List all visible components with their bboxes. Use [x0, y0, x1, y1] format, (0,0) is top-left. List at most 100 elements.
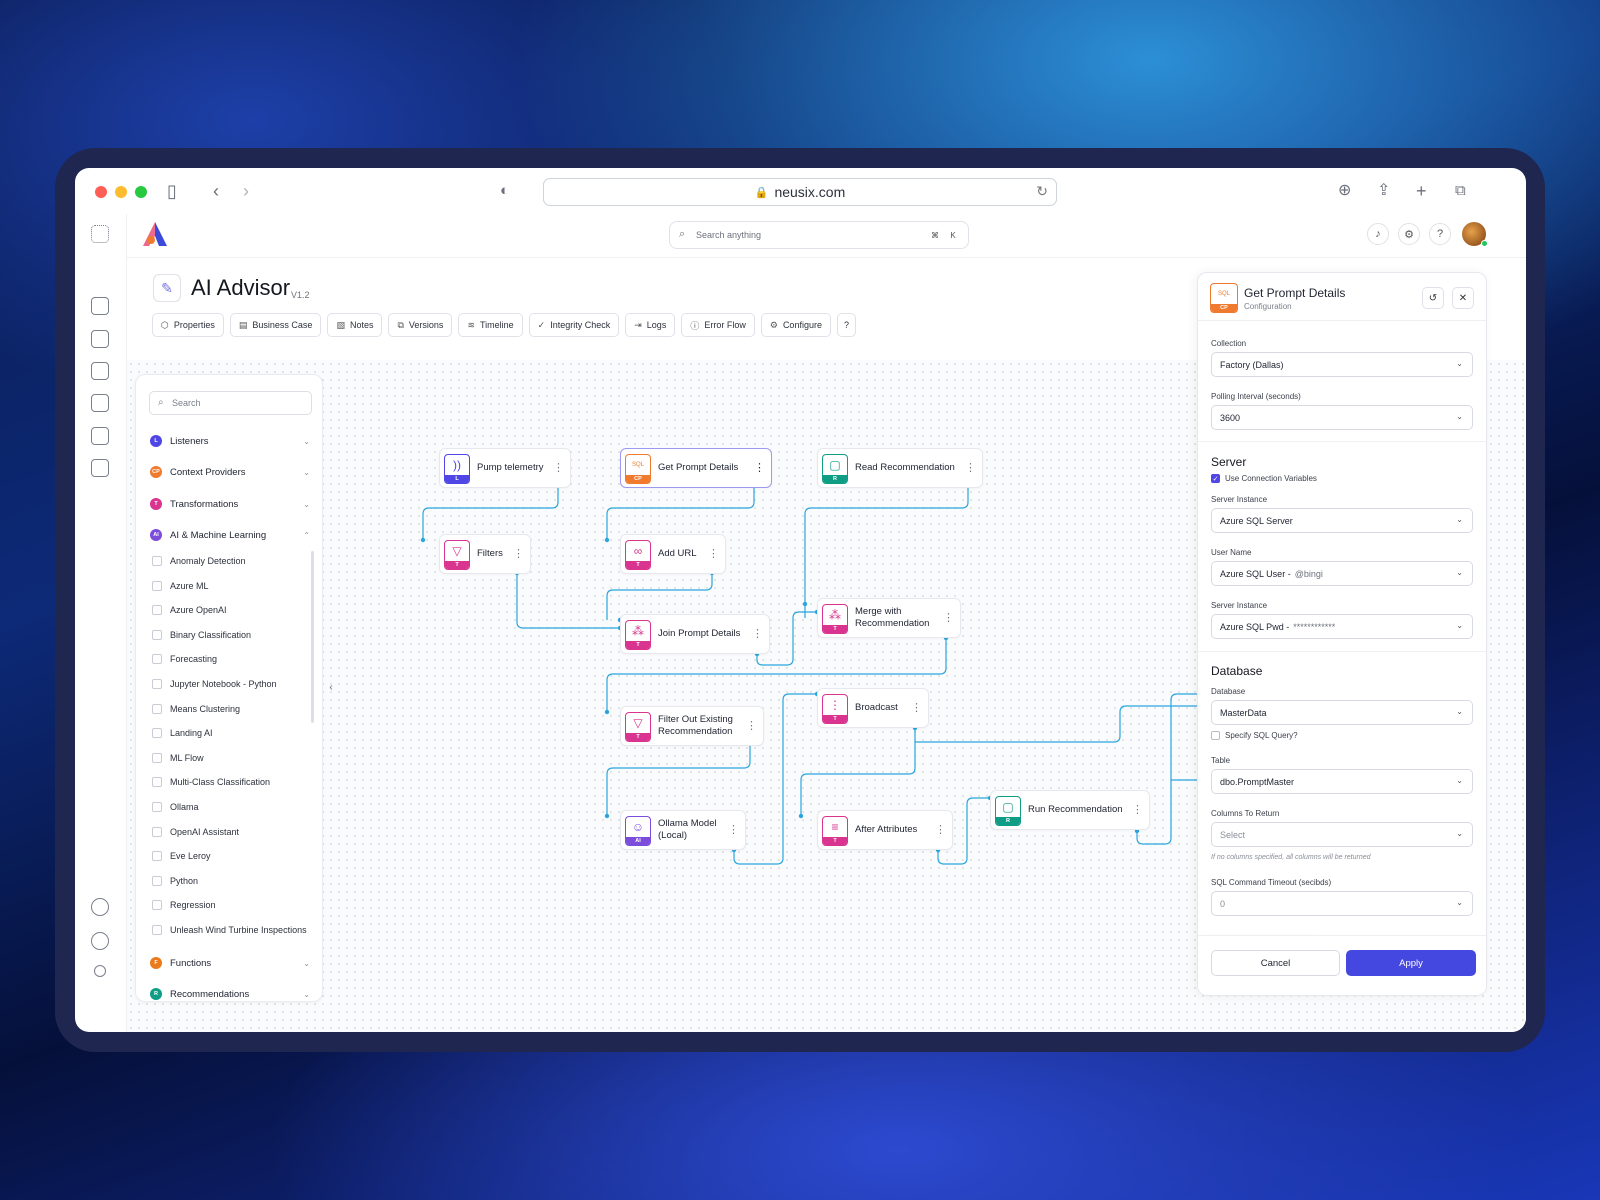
kebab-menu-icon[interactable]: ⋮ [513, 547, 524, 561]
category-label: Context Providers [170, 466, 246, 478]
database-select[interactable]: MasterData ⌄ [1211, 700, 1473, 725]
server-instance-select[interactable]: Azure SQL Server ⌄ [1211, 508, 1473, 533]
palette-item[interactable]: Jupyter Notebook - Python [152, 677, 277, 691]
checkbox-unchecked[interactable] [152, 900, 162, 911]
checkbox-unchecked[interactable] [152, 556, 162, 566]
palette-item[interactable]: Azure OpenAI [152, 603, 227, 617]
palette-item-label: Ollama [170, 802, 199, 812]
cancel-button[interactable]: Cancel [1211, 950, 1340, 976]
node-join-prompt-details[interactable]: ⁂ T Join Prompt Details ⋮ [620, 614, 770, 654]
node-label: Read Recommendation [855, 462, 955, 473]
palette-item[interactable]: Landing AI [152, 726, 213, 740]
category-badge: T [150, 498, 162, 510]
palette-item-label: Eve Leroy [170, 851, 211, 862]
timeout-select[interactable]: 0 ⌄ [1211, 891, 1473, 916]
kebab-menu-icon[interactable]: ⋮ [943, 611, 954, 625]
category-context-providers[interactable]: CP Context Providers ⌄ [150, 463, 310, 481]
checkbox-unchecked[interactable] [152, 728, 162, 739]
username-select[interactable]: Azure SQL User - @bingi ⌄ [1211, 561, 1473, 586]
category-ai-machine-learning[interactable]: AI AI & Machine Learning ⌃ [150, 526, 310, 544]
checkbox-unchecked[interactable] [152, 629, 162, 640]
collection-select[interactable]: Factory (Dallas) ⌄ [1211, 352, 1473, 377]
palette-item[interactable]: Ollama [152, 800, 199, 814]
palette-item[interactable]: Unleash Wind Turbine Inspections [152, 923, 307, 937]
polling-interval-select[interactable]: 3600 ⌄ [1211, 405, 1473, 430]
checkbox-unchecked[interactable] [152, 875, 162, 886]
palette-item[interactable]: Regression [152, 898, 216, 912]
collapse-palette-button[interactable]: ‹ [324, 667, 338, 707]
category-recommendations[interactable]: R Recommendations ⌄ [150, 985, 310, 1001]
category-functions[interactable]: F Functions ⌄ [150, 954, 310, 972]
polling-label: Polling Interval (seconds) [1211, 392, 1301, 401]
palette-item[interactable]: Binary Classification [152, 628, 251, 642]
node-after-attributes[interactable]: ≡ T After Attributes ⋮ [817, 810, 953, 850]
checkbox-unchecked[interactable] [152, 605, 162, 616]
checkbox-unchecked[interactable] [152, 925, 162, 935]
palette-item-label: Azure ML [170, 580, 209, 591]
kebab-menu-icon[interactable]: ⋮ [752, 627, 763, 641]
attributes-icon: ≡ T [822, 816, 848, 846]
kebab-menu-icon[interactable]: ⋮ [1132, 803, 1143, 817]
close-panel-button[interactable]: ✕ [1452, 287, 1474, 309]
checkbox-unchecked[interactable] [152, 580, 162, 591]
palette-item[interactable]: ML Flow [152, 751, 204, 765]
chevron-down-icon: ⌄ [1456, 621, 1463, 630]
palette-item[interactable]: Python [152, 874, 198, 888]
node-filters[interactable]: ▽ T Filters ⋮ [439, 534, 531, 574]
node-filter-out-existing-recommendation[interactable]: ▽ T Filter Out Existing Recommendation ⋮ [620, 706, 764, 746]
palette-item-label: Binary Classification [170, 629, 252, 640]
sql-icon: SQL CP [625, 454, 651, 484]
palette-item[interactable]: Forecasting [152, 652, 217, 666]
link-icon: ∞ T [625, 540, 651, 570]
checkbox-unchecked[interactable] [152, 777, 162, 788]
checkbox-unchecked[interactable] [152, 826, 162, 837]
kebab-menu-icon[interactable]: ⋮ [708, 547, 719, 561]
category-transformations[interactable]: T Transformations ⌄ [150, 495, 310, 513]
filter-icon: ▽ T [625, 712, 651, 742]
password-select[interactable]: Azure SQL Pwd - ************ ⌄ [1211, 614, 1473, 639]
palette-search-input[interactable]: ⌕ Search [149, 391, 312, 415]
chevron-left-icon: ‹ [329, 681, 333, 693]
node-run-recommendation[interactable]: ▢ R Run Recommendation ⋮ [990, 790, 1150, 830]
timeout-value: 0 [1220, 898, 1226, 909]
palette-item[interactable]: Means Clustering [152, 702, 240, 716]
node-read-recommendation[interactable]: ▢ R Read Recommendation ⋮ [817, 448, 983, 488]
palette-item[interactable]: Anomaly Detection [152, 554, 246, 568]
category-label: AI & Machine Learning [170, 529, 267, 541]
palette-item[interactable]: Azure ML [152, 579, 209, 593]
checkbox-unchecked[interactable] [152, 851, 162, 862]
node-add-url[interactable]: ∞ T Add URL ⋮ [620, 534, 726, 574]
config-panel: SQL CP Get Prompt Details Configuration … [1197, 272, 1487, 996]
checkbox-unchecked[interactable] [152, 802, 162, 812]
node-ollama-model[interactable]: ☺ AI Ollama Model (Local) ⋮ [620, 810, 746, 850]
checkbox-unchecked[interactable] [152, 654, 162, 665]
palette-item[interactable]: OpenAI Assistant [152, 825, 239, 839]
checkbox-unchecked[interactable] [152, 679, 162, 689]
checkbox-unchecked[interactable] [152, 752, 162, 763]
node-get-prompt-details[interactable]: SQL CP Get Prompt Details ⋮ [620, 448, 772, 488]
specify-sql-checkbox[interactable]: Specify SQL Query? [1211, 731, 1298, 740]
kebab-menu-icon[interactable]: ⋮ [728, 823, 739, 837]
palette-item[interactable]: Multi-Class Classification [152, 775, 270, 789]
chevron-down-icon: ⌄ [303, 467, 310, 477]
palette-scrollbar[interactable] [311, 551, 314, 723]
node-merge-with-recommendation[interactable]: ⁂ T Merge with Recommendation ⋮ [817, 598, 961, 638]
kebab-menu-icon[interactable]: ⋮ [754, 461, 765, 475]
kebab-menu-icon[interactable]: ⋮ [965, 461, 976, 475]
palette-item[interactable]: Eve Leroy [152, 849, 211, 863]
table-select[interactable]: dbo.PromptMaster ⌄ [1211, 769, 1473, 794]
robot-icon: ☺ AI [625, 816, 651, 846]
kebab-menu-icon[interactable]: ⋮ [935, 823, 946, 837]
kebab-menu-icon[interactable]: ⋮ [553, 461, 564, 475]
columns-select[interactable]: Select ⌄ [1211, 822, 1473, 847]
edge-filters-join [516, 573, 620, 629]
kebab-menu-icon[interactable]: ⋮ [746, 719, 757, 733]
node-pump-telemetry[interactable]: )) L Pump telemetry ⋮ [439, 448, 571, 488]
node-broadcast[interactable]: ⋮ T Broadcast ⋮ [817, 688, 929, 728]
use-connection-variables-checkbox[interactable]: ✓ Use Connection Variables [1211, 474, 1317, 483]
apply-button[interactable]: Apply [1346, 950, 1476, 976]
checkbox-unchecked[interactable] [152, 703, 162, 714]
reset-button[interactable]: ↺ [1422, 287, 1444, 309]
kebab-menu-icon[interactable]: ⋮ [911, 701, 922, 715]
category-listeners[interactable]: L Listeners ⌄ [150, 432, 310, 450]
